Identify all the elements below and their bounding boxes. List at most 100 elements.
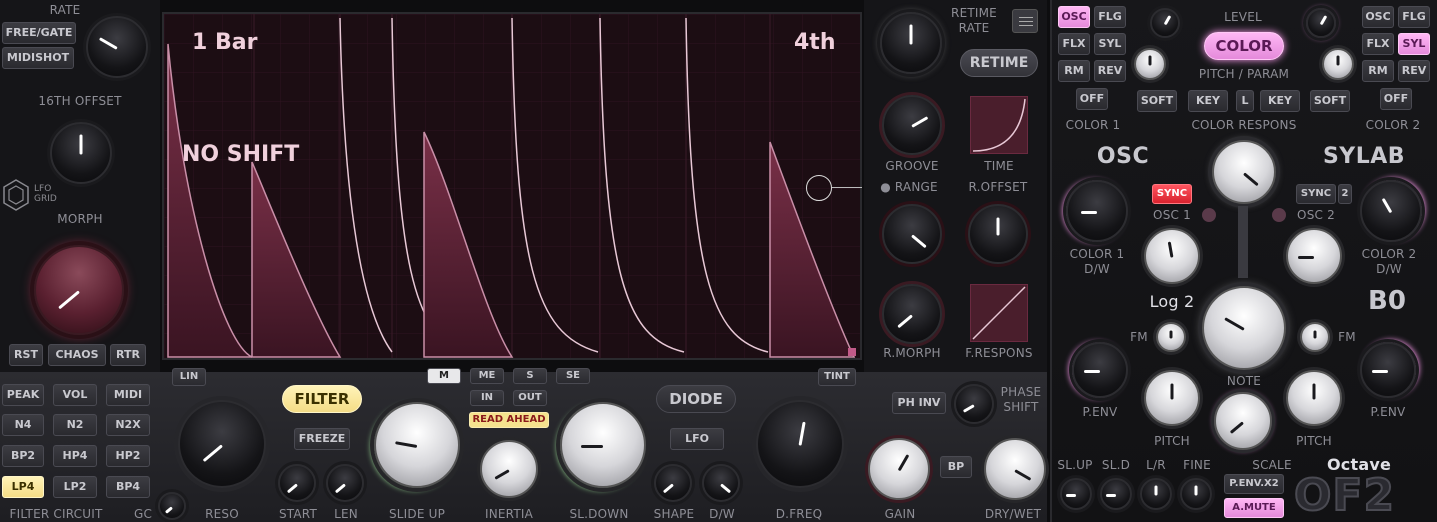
lfo-button[interactable]: LFO: [670, 428, 724, 450]
filter-type-midi[interactable]: MIDI: [106, 384, 150, 406]
mode-se[interactable]: SE: [556, 368, 590, 384]
ph-inv-button[interactable]: PH INV: [892, 392, 946, 414]
a-mute-button[interactable]: A.MUTE: [1224, 498, 1284, 518]
gain-knob[interactable]: [868, 438, 930, 500]
morph-knob[interactable]: [34, 245, 124, 335]
dw-knob[interactable]: [702, 464, 740, 502]
key-left-button[interactable]: KEY: [1188, 90, 1228, 112]
soft-left-button[interactable]: SOFT: [1137, 90, 1177, 112]
pitch-param-right-knob[interactable]: [1322, 48, 1354, 80]
color2-flx[interactable]: FLX: [1362, 33, 1394, 55]
filter-type-peak[interactable]: PEAK: [2, 384, 44, 406]
start-knob[interactable]: [278, 464, 316, 502]
penv-left-knob[interactable]: [1072, 342, 1128, 398]
sync1-button[interactable]: SYNC: [1152, 184, 1192, 204]
sync2-button[interactable]: SYNC: [1296, 184, 1336, 204]
free-gate-button[interactable]: FREE/GATE: [2, 22, 76, 44]
groove-knob[interactable]: [882, 95, 942, 155]
fm-left-knob[interactable]: [1156, 322, 1186, 352]
color2-dw-knob[interactable]: [1360, 180, 1422, 242]
lfo-display[interactable]: 1 Bar 4th NO SHIFT: [162, 12, 862, 360]
mode-me[interactable]: ME: [470, 368, 504, 384]
mode-m[interactable]: M: [427, 368, 461, 384]
pitch-left-knob[interactable]: [1144, 370, 1200, 426]
penv-x2-button[interactable]: P.ENV.X2: [1224, 474, 1284, 494]
color1-rev[interactable]: REV: [1094, 60, 1126, 82]
pitch-right-knob[interactable]: [1286, 370, 1342, 426]
sl-up-knob[interactable]: [1060, 478, 1092, 510]
color-button[interactable]: COLOR: [1204, 32, 1284, 60]
color2-rev[interactable]: REV: [1398, 60, 1430, 82]
gc-knob[interactable]: [158, 492, 186, 520]
dfreq-knob[interactable]: [756, 400, 844, 488]
two-button[interactable]: 2: [1338, 184, 1352, 204]
color2-off[interactable]: OFF: [1380, 88, 1412, 110]
tint-button[interactable]: TINT: [818, 368, 856, 386]
filter-type-n2[interactable]: N2: [53, 414, 97, 436]
out-button[interactable]: OUT: [513, 390, 547, 406]
level-left-knob[interactable]: [1150, 8, 1180, 38]
filter-type-bp2[interactable]: BP2: [2, 445, 44, 467]
read-ahead-button[interactable]: READ AHEAD: [469, 412, 549, 428]
fine-knob[interactable]: [1180, 478, 1212, 510]
time-curve[interactable]: [970, 96, 1028, 154]
filter-type-lp2[interactable]: LP2: [53, 476, 97, 498]
midishot-button[interactable]: MIDISHOT: [2, 47, 74, 69]
color1-syl[interactable]: SYL: [1094, 33, 1126, 55]
mode-s[interactable]: S: [513, 368, 547, 384]
color1-rm[interactable]: RM: [1058, 60, 1090, 82]
fm-right-knob[interactable]: [1300, 322, 1330, 352]
color1-flg[interactable]: FLG: [1094, 6, 1126, 28]
phase-shift-knob[interactable]: [954, 384, 994, 424]
display-handle[interactable]: [806, 175, 832, 201]
filter-type-n4[interactable]: N4: [2, 414, 44, 436]
color1-flx[interactable]: FLX: [1058, 33, 1090, 55]
sl-d-knob[interactable]: [1100, 478, 1132, 510]
freeze-button[interactable]: FREEZE: [294, 428, 350, 450]
rmorph-knob[interactable]: [882, 284, 942, 344]
bars-readout[interactable]: 1 Bar: [192, 30, 257, 55]
menu-icon[interactable]: [1012, 9, 1038, 33]
filter-type-n2x[interactable]: N2X: [106, 414, 150, 436]
filter-button[interactable]: FILTER: [282, 385, 362, 413]
filter-type-vol[interactable]: VOL: [53, 384, 97, 406]
len-knob[interactable]: [326, 464, 364, 502]
retime-rate-knob[interactable]: [880, 12, 942, 74]
osc2-pitch-knob[interactable]: [1286, 228, 1342, 284]
osc1-pitch-knob[interactable]: [1144, 228, 1200, 284]
color2-flg[interactable]: FLG: [1398, 6, 1430, 28]
shape-knob[interactable]: [654, 464, 692, 502]
filter-type-lp4[interactable]: LP4: [2, 476, 44, 498]
retime-button[interactable]: RETIME: [960, 49, 1038, 77]
slide-up-knob[interactable]: [374, 402, 460, 488]
division-readout[interactable]: 4th: [794, 30, 836, 55]
color2-syl[interactable]: SYL: [1398, 33, 1430, 55]
in-button[interactable]: IN: [470, 390, 504, 406]
rate-knob[interactable]: [86, 16, 148, 78]
lr-knob[interactable]: [1140, 478, 1172, 510]
diode-button[interactable]: DIODE: [656, 385, 736, 413]
filter-type-hp4[interactable]: HP4: [53, 445, 97, 467]
color1-osc[interactable]: OSC: [1058, 6, 1090, 28]
offset-knob[interactable]: [50, 122, 112, 184]
chaos-button[interactable]: CHAOS: [48, 344, 106, 366]
rtr-button[interactable]: RTR: [110, 344, 146, 366]
soft-right-button[interactable]: SOFT: [1310, 90, 1350, 112]
note-main-knob[interactable]: [1202, 286, 1286, 370]
pitch-param-left-knob[interactable]: [1134, 48, 1166, 80]
range-knob[interactable]: [882, 204, 942, 264]
color-respons-knob[interactable]: [1212, 140, 1276, 204]
filter-type-hp2[interactable]: HP2: [106, 445, 150, 467]
fresponse-curve[interactable]: [970, 284, 1028, 342]
roffset-knob[interactable]: [968, 204, 1028, 264]
bp-button[interactable]: BP: [940, 456, 972, 478]
color1-dw-knob[interactable]: [1066, 180, 1128, 242]
filter-type-bp4[interactable]: BP4: [106, 476, 150, 498]
dry-wet-knob[interactable]: [984, 438, 1046, 500]
sl-down-knob[interactable]: [560, 402, 646, 488]
key-right-button[interactable]: KEY: [1260, 90, 1300, 112]
color1-off[interactable]: OFF: [1076, 88, 1108, 110]
rst-button[interactable]: RST: [9, 344, 43, 366]
inertia-knob[interactable]: [480, 440, 538, 498]
level-right-knob[interactable]: [1306, 8, 1336, 38]
